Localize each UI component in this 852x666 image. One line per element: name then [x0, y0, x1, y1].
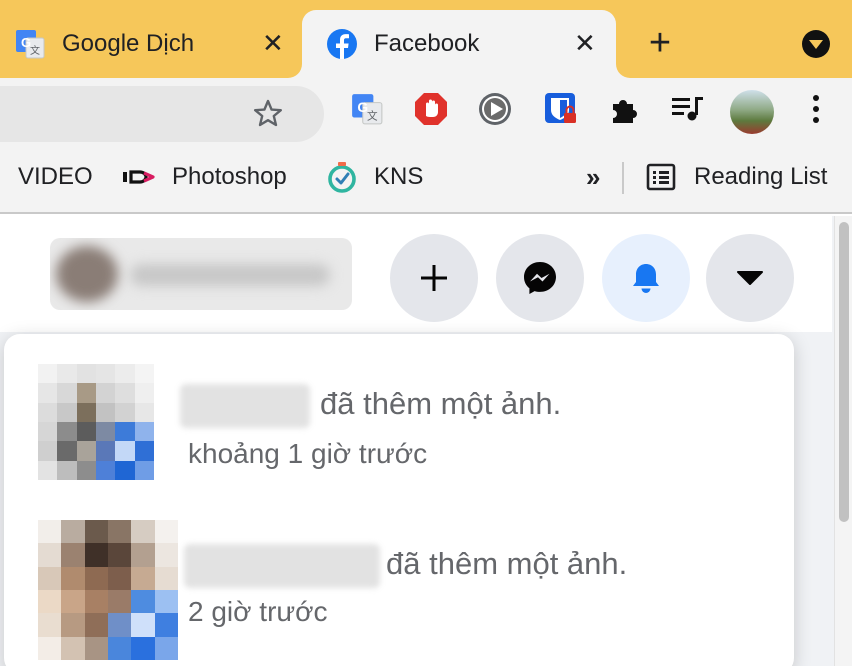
new-tab-button[interactable]: +	[642, 24, 678, 62]
tab-google-dich[interactable]: G 文 Google Dịch ✕	[0, 10, 300, 78]
blurred-profile-button[interactable]	[50, 238, 352, 310]
bookmark-label: Photoshop	[172, 163, 287, 190]
blurred-user-name	[180, 384, 310, 428]
timer-icon	[326, 161, 358, 193]
account-menu-button[interactable]	[706, 234, 794, 322]
play-icon[interactable]	[478, 92, 512, 126]
create-icon	[421, 265, 447, 291]
notification-text: đã thêm một ảnh.	[320, 386, 562, 421]
bookmark-label: KNS	[374, 163, 424, 190]
tab-facebook[interactable]: Facebook ✕	[302, 10, 616, 78]
tab-title-google-dich: Google Dịch	[62, 30, 195, 57]
tab-strip: G 文 Google Dịch ✕ Facebook ✕ +	[0, 0, 852, 78]
bookmark-label: VIDEO	[18, 163, 93, 190]
bookmark-video[interactable]: VIDEO	[18, 152, 93, 202]
id-logo-icon	[122, 165, 158, 189]
bitwarden-lock-icon[interactable]	[544, 92, 578, 126]
blurred-user-name	[184, 544, 380, 588]
google-translate-icon: G 文	[14, 28, 46, 60]
svg-text:文: 文	[367, 110, 378, 123]
notification-text: đã thêm một ảnh.	[386, 546, 628, 581]
media-queue-icon[interactable]	[670, 92, 704, 126]
bell-icon	[633, 264, 659, 293]
bookmarks-overflow-button[interactable]: »	[586, 152, 600, 202]
tab-title-facebook: Facebook	[374, 30, 480, 57]
messenger-icon	[524, 262, 556, 294]
blurred-name	[130, 264, 330, 286]
notification-item[interactable]: đã thêm một ảnh. 2 giờ trước	[4, 490, 794, 660]
bookmarks-separator	[622, 162, 624, 194]
profile-avatar-icon[interactable]	[730, 90, 774, 134]
reading-list-label: Reading List	[694, 163, 828, 190]
adblock-icon[interactable]	[414, 92, 448, 126]
avatar	[56, 246, 118, 302]
blurred-notification-avatar	[38, 520, 178, 660]
notifications-button[interactable]	[602, 234, 690, 322]
create-button[interactable]	[390, 234, 478, 322]
star-outline-icon[interactable]	[252, 98, 284, 130]
blurred-notification-avatar	[38, 364, 154, 480]
bookmark-kns[interactable]: KNS	[326, 152, 423, 202]
notification-item[interactable]: đã thêm một ảnh. khoảng 1 giờ trước	[4, 334, 794, 484]
svg-text:文: 文	[30, 44, 40, 57]
bookmarks-bar: VIDEO Photoshop KNS » Reading List	[0, 152, 852, 214]
tab-close-button[interactable]: ✕	[574, 30, 596, 56]
scrollbar-thumb[interactable]	[839, 222, 849, 522]
more-vert-icon[interactable]	[800, 92, 832, 126]
notifications-dropdown: đã thêm một ảnh. khoảng 1 giờ trước đã t…	[4, 334, 794, 666]
facebook-page: đã thêm một ảnh. khoảng 1 giờ trước đã t…	[0, 216, 852, 666]
browser-toolbar: G 文	[0, 78, 852, 152]
reading-list-button[interactable]: Reading List	[646, 152, 827, 202]
bookmark-photoshop[interactable]: Photoshop	[122, 152, 287, 202]
caret-down-icon	[737, 271, 763, 285]
notification-timestamp: 2 giờ trước	[188, 596, 328, 627]
facebook-header	[0, 216, 832, 332]
page-scrollbar[interactable]	[834, 216, 852, 666]
address-bar[interactable]	[0, 86, 324, 142]
google-translate-icon[interactable]: G 文	[350, 92, 384, 126]
messenger-button[interactable]	[496, 234, 584, 322]
facebook-icon	[326, 28, 358, 60]
tab-search-button[interactable]	[802, 30, 830, 58]
tab-close-button[interactable]: ✕	[262, 30, 284, 56]
puzzle-icon[interactable]	[608, 92, 642, 126]
notification-timestamp: khoảng 1 giờ trước	[188, 438, 428, 469]
reading-list-icon	[646, 163, 676, 191]
